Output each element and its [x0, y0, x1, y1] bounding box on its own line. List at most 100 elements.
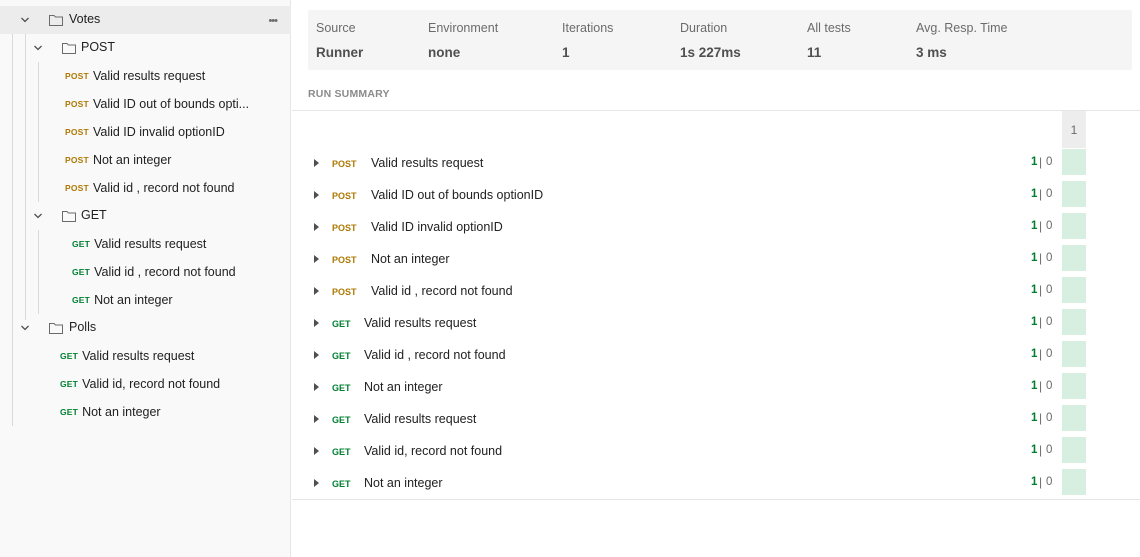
tree-guide-line [38, 62, 39, 202]
method-badge: GET [332, 319, 351, 329]
passed-count: 1 [1031, 412, 1038, 424]
chevron-down-icon[interactable] [33, 43, 43, 53]
method-badge: GET [60, 351, 79, 361]
iteration-result-cell[interactable] [1062, 341, 1086, 367]
caret-right-icon[interactable] [314, 287, 319, 295]
result-row[interactable]: POST Not an integer 1 | 0 [292, 243, 1140, 275]
iteration-result-cell[interactable] [1062, 181, 1086, 207]
chevron-down-icon[interactable] [33, 211, 43, 221]
stat-label: Environment [428, 21, 499, 35]
collection-polls[interactable]: Polls [0, 314, 291, 342]
method-badge: POST [332, 255, 357, 265]
request-name: Valid id , record not found [94, 265, 236, 279]
result-row[interactable]: POST Valid results request 1 | 0 [292, 147, 1140, 179]
request-name: Valid id , record not found [364, 348, 506, 362]
runner-results-panel: Source Runner Environment none Iteration… [292, 0, 1140, 557]
request-item[interactable]: GET Not an integer [60, 398, 161, 426]
iteration-result-cell[interactable] [1062, 149, 1086, 175]
more-options-icon[interactable]: ••• [268, 15, 278, 27]
chevron-down-icon[interactable] [20, 323, 30, 333]
caret-right-icon[interactable] [314, 415, 319, 423]
run-stats-bar: Source Runner Environment none Iteration… [308, 10, 1132, 70]
chevron-down-icon[interactable] [20, 15, 30, 25]
passed-count: 1 [1031, 156, 1038, 168]
iteration-column-header[interactable]: 1 [1062, 111, 1086, 148]
caret-right-icon[interactable] [314, 255, 319, 263]
divider [292, 110, 1140, 111]
collection-votes[interactable]: Votes ••• [0, 6, 291, 34]
count-separator: | [1039, 379, 1043, 393]
request-name: Not an integer [94, 293, 173, 307]
result-row[interactable]: GET Valid results request 1 | 0 [292, 403, 1140, 435]
request-item[interactable]: POST Valid ID invalid optionID [65, 118, 225, 146]
passed-count: 1 [1031, 252, 1038, 264]
count-separator: | [1039, 187, 1043, 201]
method-badge: POST [65, 155, 89, 165]
caret-right-icon[interactable] [314, 159, 319, 167]
method-badge: POST [65, 99, 89, 109]
request-name: Not an integer [82, 405, 161, 419]
folder-get[interactable]: GET [0, 202, 291, 230]
result-row[interactable]: GET Not an integer 1 | 0 [292, 467, 1140, 499]
request-name: Valid id , record not found [92, 181, 235, 195]
count-separator: | [1039, 411, 1043, 425]
caret-right-icon[interactable] [314, 191, 319, 199]
stat-value: 11 [807, 45, 822, 60]
request-item[interactable]: GET Valid id, record not found [60, 370, 220, 398]
iteration-result-cell[interactable] [1062, 245, 1086, 271]
stat-label: Iterations [562, 21, 614, 35]
request-name: Valid results request [364, 412, 477, 426]
iteration-result-cell[interactable] [1062, 277, 1086, 303]
caret-right-icon[interactable] [314, 223, 319, 231]
request-item[interactable]: GET Valid results request [60, 342, 194, 370]
folder-icon [49, 14, 63, 26]
method-badge: GET [332, 351, 351, 361]
request-item[interactable]: POST Valid results request [65, 62, 205, 90]
folder-post[interactable]: POST [0, 34, 291, 62]
passed-count: 1 [1031, 316, 1038, 328]
passed-count: 1 [1031, 188, 1038, 200]
iteration-result-cell[interactable] [1062, 213, 1086, 239]
request-item[interactable]: GET Valid id , record not found [72, 258, 236, 286]
caret-right-icon[interactable] [314, 383, 319, 391]
result-row[interactable]: GET Not an integer 1 | 0 [292, 371, 1140, 403]
count-separator: | [1039, 283, 1043, 297]
method-badge: GET [332, 415, 351, 425]
iteration-result-cell[interactable] [1062, 373, 1086, 399]
result-row[interactable]: POST Valid id , record not found 1 | 0 [292, 275, 1140, 307]
result-row[interactable]: GET Valid results request 1 | 0 [292, 307, 1140, 339]
passed-count: 1 [1031, 444, 1038, 456]
iteration-result-cell[interactable] [1062, 469, 1086, 495]
failed-count: 0 [1046, 284, 1053, 296]
result-row[interactable]: POST Valid ID out of bounds optionID 1 |… [292, 179, 1140, 211]
request-item[interactable]: POST Valid id , record not found [65, 174, 234, 202]
result-row[interactable]: POST Valid ID invalid optionID 1 | 0 [292, 211, 1140, 243]
request-item[interactable]: GET Valid results request [72, 230, 206, 258]
request-name: Valid results request [364, 316, 477, 330]
method-badge: POST [65, 183, 89, 193]
collection-name: Polls [69, 320, 97, 334]
caret-right-icon[interactable] [314, 351, 319, 359]
request-item[interactable]: GET Not an integer [72, 286, 173, 314]
run-summary-title: RUN SUMMARY [308, 88, 390, 100]
tree-guide-line [25, 34, 26, 320]
iteration-result-cell[interactable] [1062, 309, 1086, 335]
request-item[interactable]: POST Not an integer [65, 146, 171, 174]
iteration-result-cell[interactable] [1062, 437, 1086, 463]
failed-count: 0 [1046, 348, 1053, 360]
request-name: Valid ID invalid optionID [371, 220, 503, 234]
passed-count: 1 [1031, 476, 1038, 488]
caret-right-icon[interactable] [314, 319, 319, 327]
caret-right-icon[interactable] [314, 479, 319, 487]
stat-label: Avg. Resp. Time [916, 21, 1008, 35]
result-row[interactable]: GET Valid id, record not found 1 | 0 [292, 435, 1140, 467]
result-row[interactable]: GET Valid id , record not found 1 | 0 [292, 339, 1140, 371]
method-badge: GET [332, 383, 351, 393]
failed-count: 0 [1046, 220, 1053, 232]
passed-count: 1 [1031, 284, 1038, 296]
method-badge: POST [332, 159, 357, 169]
caret-right-icon[interactable] [314, 447, 319, 455]
request-item[interactable]: POST Valid ID out of bounds opti... [65, 90, 249, 118]
iteration-result-cell[interactable] [1062, 405, 1086, 431]
failed-count: 0 [1046, 252, 1053, 264]
